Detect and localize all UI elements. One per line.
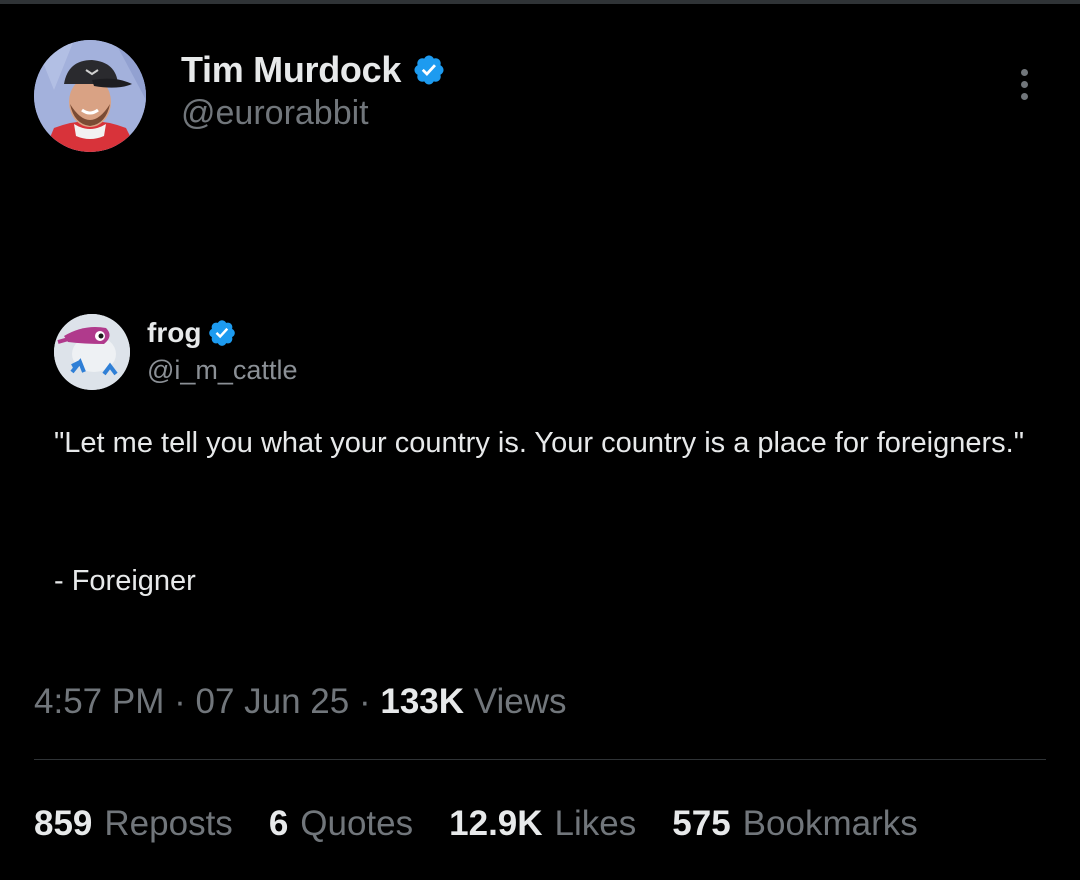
- embedded-avatar: [54, 314, 130, 390]
- embedded-name-row: frog: [147, 316, 237, 350]
- author-avatar[interactable]: [34, 40, 146, 152]
- stat-count: 12.9K: [449, 804, 543, 843]
- views-label: Views: [473, 682, 567, 721]
- stat-count: 6: [268, 804, 289, 843]
- embedded-handle: @i_m_cattle: [147, 355, 298, 385]
- verified-badge-icon: [209, 320, 236, 346]
- stat-likes[interactable]: 12.9K Likes: [449, 802, 636, 846]
- embedded-name: frog: [147, 317, 202, 348]
- more-dot: [1020, 68, 1028, 76]
- more-dot: [1020, 92, 1028, 100]
- more-dot: [1020, 80, 1028, 88]
- frog-avatar-image: [54, 314, 130, 390]
- stat-label: Likes: [554, 804, 637, 843]
- stat-quotes[interactable]: 6 Quotes: [269, 802, 413, 846]
- more-options-icon[interactable]: [1004, 64, 1044, 104]
- engagement-stats: 859 Reposts 6 Quotes 12.9K Likes 575 Bookmar…: [34, 802, 954, 846]
- embedded-post-text: "Let me tell you what your country is. Y…: [54, 427, 1025, 459]
- views-count: 133K: [380, 682, 465, 721]
- author-avatar-image: [34, 40, 146, 152]
- stat-bookmarks[interactable]: 575 Bookmarks: [672, 802, 917, 846]
- stat-count: 859: [34, 804, 93, 843]
- stat-label: Bookmarks: [742, 804, 918, 843]
- top-divider: [0, 0, 1080, 4]
- meta-separator: ·: [358, 682, 371, 721]
- embedded-post-attribution: - Foreigner: [54, 565, 196, 597]
- author-handle[interactable]: @eurorabbit: [181, 94, 369, 133]
- post-meta: 4:57 PM · 07 Jun 25 · 133K Views: [34, 680, 567, 724]
- post-date[interactable]: 07 Jun 25: [195, 682, 349, 721]
- stat-count: 575: [672, 804, 731, 843]
- author-name-row: Tim Murdock: [181, 48, 446, 92]
- stat-reposts[interactable]: 859 Reposts: [34, 802, 233, 846]
- stat-label: Quotes: [300, 804, 414, 843]
- post-time[interactable]: 4:57 PM: [34, 682, 164, 721]
- stat-label: Reposts: [104, 804, 233, 843]
- meta-separator: ·: [174, 682, 186, 721]
- author-name[interactable]: Tim Murdock: [181, 49, 401, 91]
- stats-divider: [34, 759, 1046, 760]
- verified-badge-icon[interactable]: [412, 53, 446, 87]
